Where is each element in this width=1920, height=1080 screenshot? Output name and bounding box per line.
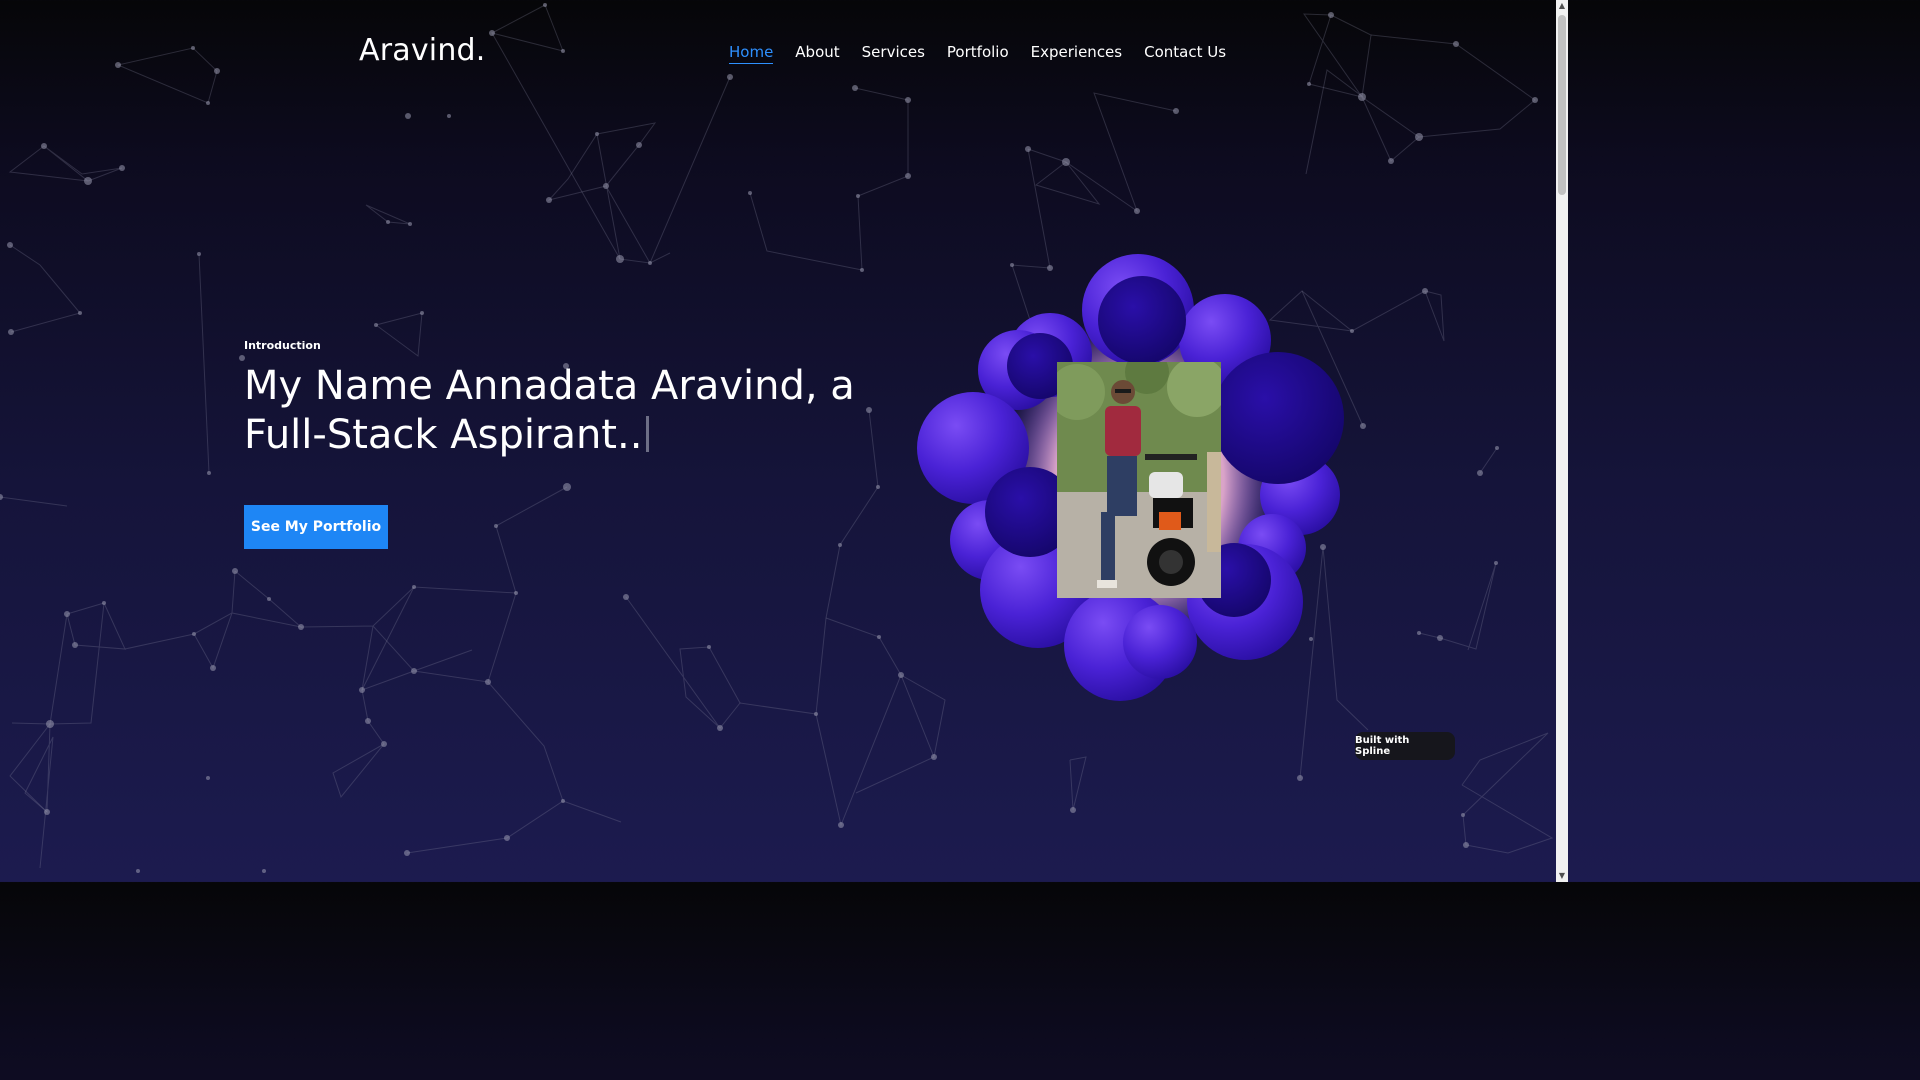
brand-logo[interactable]: Aravind. — [359, 33, 486, 68]
page-scrollbar[interactable]: ▲ ▼ — [1556, 0, 1568, 882]
hero-title-line-1: My Name Annadata Aravind, a — [244, 363, 855, 409]
triangle-down-icon[interactable]: ▼ — [1556, 870, 1568, 882]
nav-contact-link[interactable]: Contact Us — [1144, 43, 1226, 64]
hero-title-line-2-text: Full-Stack Aspirant.. — [244, 412, 643, 458]
nav-services-link[interactable]: Services — [862, 43, 925, 64]
nav-portfolio-link[interactable]: Portfolio — [947, 43, 1009, 64]
built-with-spline-badge[interactable]: Built with Spline — [1355, 732, 1455, 760]
intro-label: Introduction — [244, 339, 321, 352]
hero-title: My Name Annadata Aravind, a Full-Stack A… — [244, 362, 884, 460]
scrollbar-thumb[interactable] — [1558, 15, 1566, 195]
typing-cursor — [646, 416, 650, 452]
triangle-up-icon[interactable]: ▲ — [1556, 0, 1568, 12]
nav-home-link[interactable]: Home — [729, 43, 774, 64]
profile-photo — [1057, 362, 1221, 598]
see-portfolio-button[interactable]: See My Portfolio — [244, 505, 388, 549]
hero-title-line-2: Full-Stack Aspirant.. — [244, 411, 884, 460]
main-nav: Home About Services Portfolio Experience… — [729, 43, 1226, 64]
nav-about-link[interactable]: About — [795, 43, 839, 64]
nav-experiences-link[interactable]: Experiences — [1031, 43, 1122, 64]
